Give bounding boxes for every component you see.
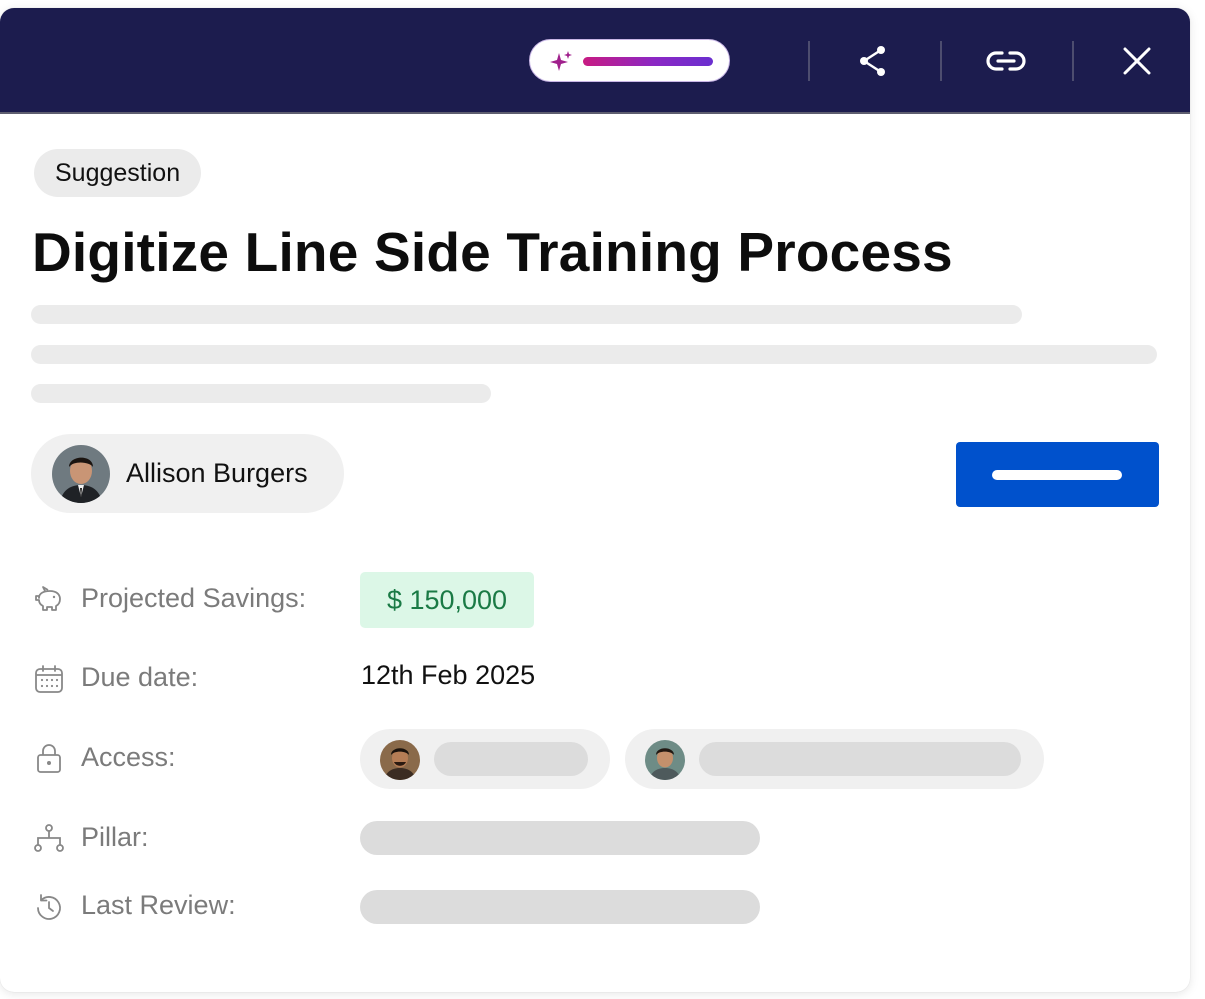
hierarchy-icon [34,824,64,852]
description-placeholder-line [31,345,1157,364]
last-review-value-placeholder [360,890,760,924]
due-date-label: Due date: [81,662,199,692]
owner-chip[interactable]: Allison Burgers [31,434,344,513]
type-tag: Suggestion [34,149,202,197]
calendar-icon [35,665,63,693]
member-name-placeholder [434,742,588,776]
piggy-bank-icon [35,586,61,611]
description-placeholder-line [31,305,1022,324]
pillar-value-placeholder [360,821,760,855]
ai-sparkle-icon [550,51,572,71]
access-member-chip[interactable] [360,729,610,789]
projected-savings-value: $ 150,000 [360,572,534,628]
share-icon [860,46,885,76]
page-title: Digitize Line Side Training Process [32,221,953,283]
projected-savings-label: Projected Savings: [81,583,307,613]
copy-link-button[interactable] [985,40,1027,82]
history-icon [37,894,61,920]
last-review-label: Last Review: [81,890,236,920]
primary-action-label-placeholder [992,470,1122,480]
close-icon [1123,47,1151,75]
header-bar [0,8,1190,114]
avatar [52,445,110,503]
header-divider [808,41,810,81]
primary-action-button[interactable] [956,442,1159,507]
due-date-value: 12th Feb 2025 [361,660,536,690]
pillar-label: Pillar: [81,822,149,852]
avatar [645,740,685,780]
ai-assist-label-placeholder [583,57,713,66]
ai-assist-button[interactable] [529,39,730,82]
header-divider [1072,41,1074,81]
access-label: Access: [81,742,176,772]
share-button[interactable] [852,40,894,82]
lock-icon [37,744,61,773]
link-icon [986,51,1026,71]
member-name-placeholder [699,742,1021,776]
description-placeholder-line [31,384,491,403]
header-divider [940,41,942,81]
access-member-chip[interactable] [625,729,1044,789]
suggestion-card: Suggestion Digitize Line Side Training P… [0,8,1190,992]
avatar [380,740,420,780]
owner-name: Allison Burgers [126,458,308,488]
close-button[interactable] [1116,40,1158,82]
